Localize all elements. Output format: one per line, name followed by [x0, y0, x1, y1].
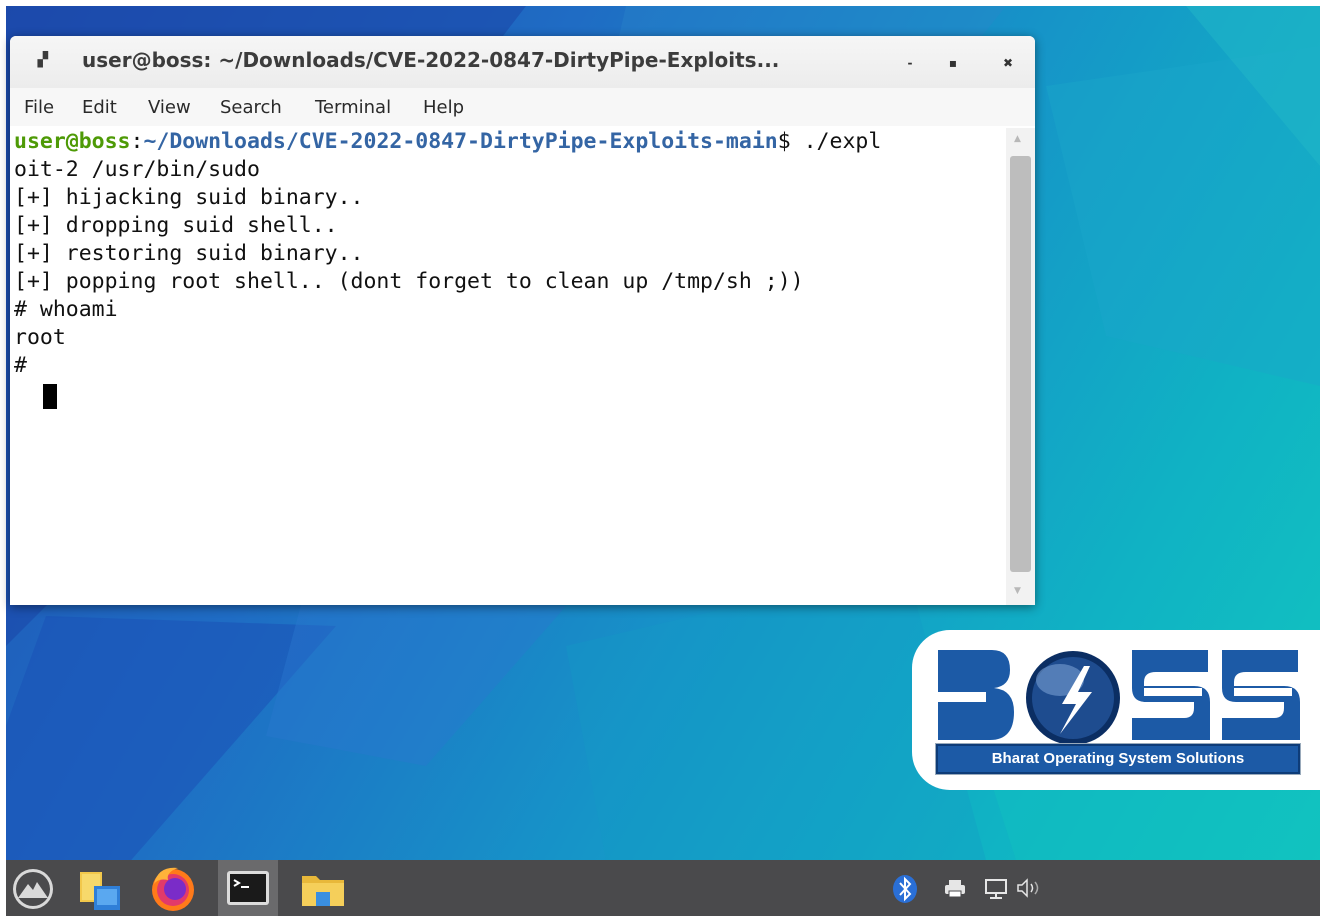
- taskbar-files-button[interactable]: [294, 860, 354, 916]
- screen: Bharat Operating System Solutions ▗▘ use…: [0, 0, 1320, 916]
- printer-icon: [945, 880, 965, 898]
- taskbar-terminal-button[interactable]: [218, 860, 278, 916]
- terminal-cursor: [43, 384, 57, 409]
- window-titlebar[interactable]: ▗▘ user@boss: ~/Downloads/CVE-2022-0847-…: [10, 36, 1035, 88]
- taskbar-menu-button[interactable]: [6, 860, 66, 916]
- taskbar: [6, 860, 1320, 916]
- prompt-user: user@boss: [14, 129, 131, 154]
- terminal-window[interactable]: ▗▘ user@boss: ~/Downloads/CVE-2022-0847-…: [10, 36, 1035, 605]
- file-manager-icon: [80, 872, 120, 910]
- menu-edit[interactable]: Edit: [82, 97, 117, 118]
- network-icon: [985, 879, 1007, 899]
- menu-search[interactable]: Search: [220, 97, 282, 118]
- menu-view[interactable]: View: [148, 97, 191, 118]
- menu-terminal[interactable]: Terminal: [315, 97, 391, 118]
- boss-logo-icon: [938, 650, 1300, 745]
- terminal-output[interactable]: user@boss:~/Downloads/CVE-2022-0847-Dirt…: [10, 128, 1006, 605]
- terminal-line: oit-2 /usr/bin/sudo: [14, 157, 260, 182]
- menubar: File Edit View Search Terminal Help: [10, 88, 1035, 126]
- terminal-line: root: [14, 325, 66, 350]
- prompt-separator: :: [130, 129, 144, 154]
- scroll-up-icon[interactable]: ▲: [1014, 134, 1021, 144]
- bluetooth-icon: [893, 875, 917, 903]
- terminal-scrollbar[interactable]: ▲ ▼: [1006, 128, 1035, 605]
- scroll-down-icon[interactable]: ▼: [1014, 586, 1021, 596]
- minimize-button[interactable]: -: [897, 50, 923, 76]
- terminal-icon: [227, 871, 269, 905]
- prompt-line: user@boss:~/Downloads/CVE-2022-0847-Dirt…: [14, 128, 881, 156]
- prompt-path: ~/Downloads/CVE-2022-0847-DirtyPipe-Expl…: [143, 129, 778, 154]
- terminal-line: [+] hijacking suid binary..: [14, 185, 364, 210]
- terminal-line: [+] dropping suid shell..: [14, 213, 338, 238]
- maximize-button[interactable]: ▪: [940, 50, 966, 76]
- menu-help[interactable]: Help: [423, 97, 464, 118]
- bluetooth-tray-button[interactable]: [892, 874, 918, 903]
- taskbar-firefox-button[interactable]: [144, 860, 204, 916]
- boss-logo-caption: Bharat Operating System Solutions: [935, 743, 1301, 775]
- terminal-line: # whoami: [14, 297, 118, 322]
- terminal-line: #: [14, 353, 40, 378]
- folder-icon: [302, 876, 344, 906]
- terminal-line: [+] popping root shell.. (dont forget to…: [14, 269, 804, 294]
- volume-tray-button[interactable]: [1014, 874, 1046, 902]
- volume-icon: [1017, 878, 1039, 898]
- prompt-command: $ ./expl: [777, 129, 882, 154]
- mountain-icon: [13, 869, 53, 909]
- terminal-line: [+] restoring suid binary..: [14, 241, 364, 266]
- scrollbar-thumb[interactable]: [1010, 156, 1031, 572]
- menu-file[interactable]: File: [24, 97, 54, 118]
- firefox-icon: [152, 867, 194, 911]
- terminal-window-icon: ▗▘: [32, 52, 54, 68]
- window-title: user@boss: ~/Downloads/CVE-2022-0847-Dir…: [82, 48, 780, 72]
- printer-tray-button[interactable]: [942, 874, 968, 902]
- taskbar-file-manager-button[interactable]: [70, 860, 130, 916]
- network-tray-button[interactable]: [982, 874, 1010, 902]
- close-button[interactable]: ✖: [995, 50, 1021, 76]
